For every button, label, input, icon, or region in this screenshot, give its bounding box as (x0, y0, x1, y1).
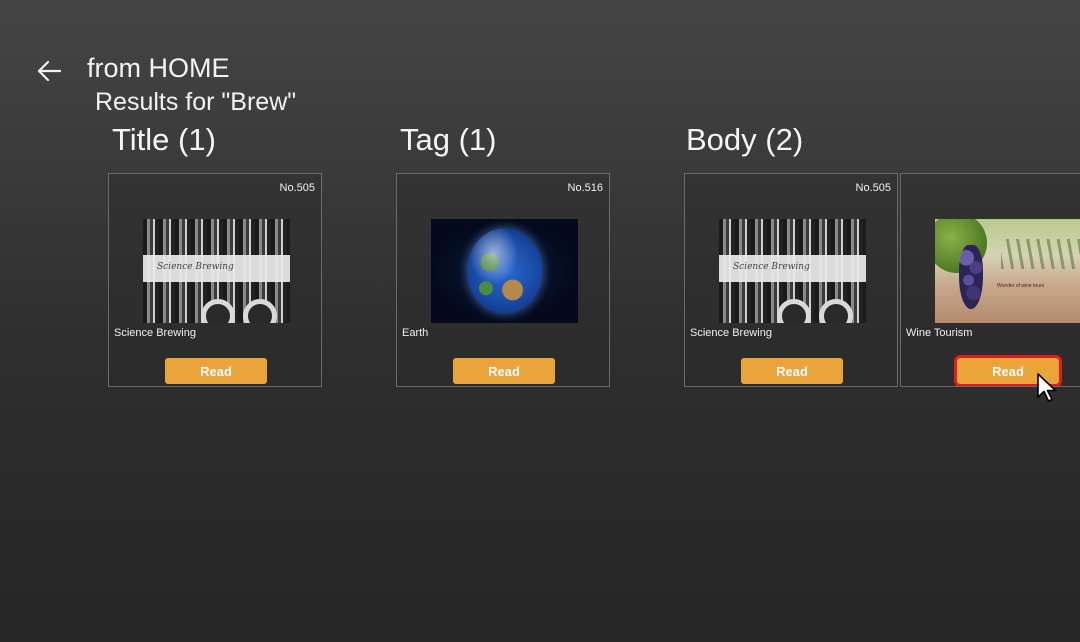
result-card[interactable]: No.516 Earth Read (396, 173, 610, 387)
card-caption: Earth (402, 327, 429, 339)
section-heading-body: Body (2) (686, 122, 804, 157)
card-number: No.516 (567, 182, 603, 194)
results-subtitle: Results for "Brew" (95, 88, 297, 116)
grape-cluster (959, 245, 983, 309)
thumbnail-text: Wonder of wine tours (997, 283, 1045, 289)
card-thumbnail: Science Brewing (143, 219, 290, 323)
section-heading-tag: Tag (1) (400, 122, 497, 157)
card-number: No.505 (279, 182, 315, 194)
vineyard-rows (1001, 239, 1080, 269)
gear-shape (777, 299, 811, 323)
read-button[interactable]: Read (741, 358, 843, 384)
card-thumbnail: Science Brewing (719, 219, 866, 323)
thumbnail-text: Science Brewing (733, 262, 810, 272)
card-caption: Science Brewing (114, 327, 196, 339)
card-thumbnail: Wonder of wine tours (935, 219, 1080, 323)
thumbnail-text: Science Brewing (157, 262, 234, 272)
section-heading-title: Title (1) (112, 122, 216, 157)
result-card[interactable]: No.505 Science Brewing Science Brewing R… (684, 173, 898, 387)
card-number: No.505 (855, 182, 891, 194)
read-button[interactable]: Read (954, 355, 1062, 386)
gear-shape (243, 299, 277, 323)
card-caption: Science Brewing (690, 327, 772, 339)
page-title: from HOME (87, 53, 230, 83)
card-caption: Wine Tourism (906, 327, 973, 339)
earth-globe (467, 228, 543, 314)
back-arrow-icon (37, 60, 62, 82)
read-button[interactable]: Read (453, 358, 555, 384)
result-card[interactable]: No.505 Science Brewing Science Brewing R… (108, 173, 322, 387)
result-card[interactable]: N Wonder of wine tours Wine Tourism Read (900, 173, 1080, 387)
gear-shape (201, 299, 235, 323)
back-button[interactable] (34, 56, 64, 86)
gear-shape (819, 299, 853, 323)
card-thumbnail (431, 219, 578, 323)
read-button[interactable]: Read (165, 358, 267, 384)
